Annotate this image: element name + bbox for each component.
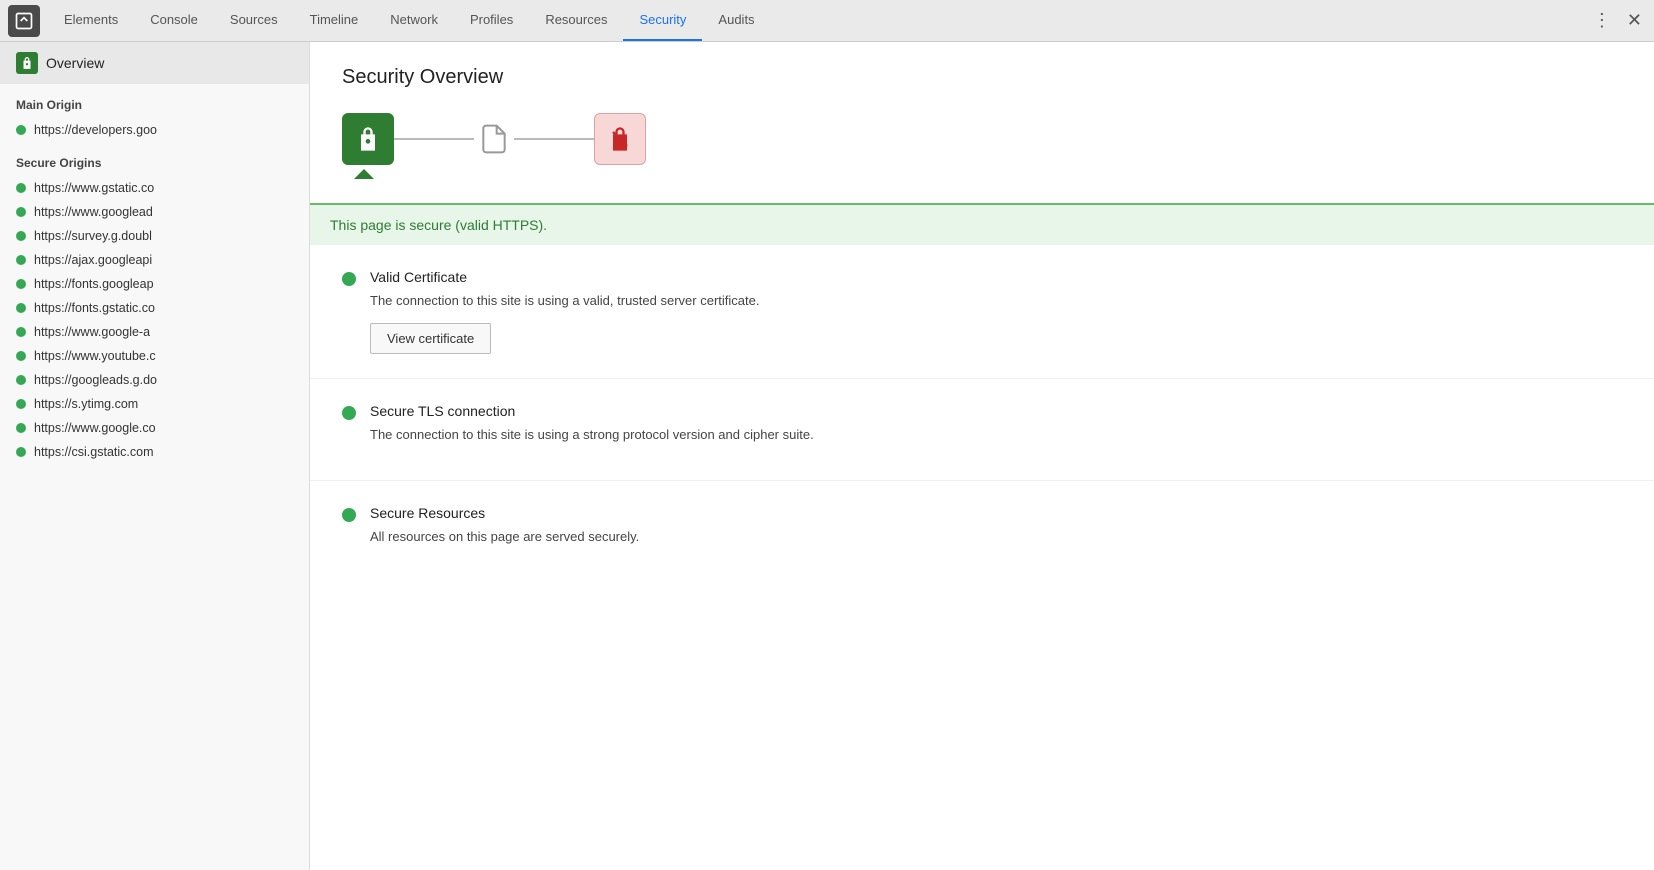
tls-title: Secure TLS connection: [370, 403, 1622, 419]
tab-audits[interactable]: Audits: [702, 0, 770, 41]
list-item[interactable]: https://www.youtube.c: [0, 344, 309, 368]
connection-line-1: [394, 138, 474, 140]
tls-section: Secure TLS connection The connection to …: [310, 379, 1654, 482]
page-icon: [474, 114, 514, 164]
origin-url: https://www.google.co: [34, 421, 156, 435]
origin-url: https://fonts.googleap: [34, 277, 154, 291]
logo-icon: [14, 11, 34, 31]
origin-url: https://csi.gstatic.com: [34, 445, 153, 459]
resources-section: Secure Resources All resources on this p…: [310, 481, 1654, 583]
status-banner: This page is secure (valid HTTPS).: [310, 203, 1654, 245]
tab-profiles[interactable]: Profiles: [454, 0, 529, 41]
origin-url: https://www.youtube.c: [34, 349, 156, 363]
security-diagram: [342, 113, 1622, 179]
main-origin-url: https://developers.goo: [34, 123, 157, 137]
list-item[interactable]: https://fonts.googleap: [0, 272, 309, 296]
origin-status-dot: [16, 231, 26, 241]
tls-description: The connection to this site is using a s…: [370, 425, 1622, 445]
origin-status-dot: [16, 279, 26, 289]
tab-resources[interactable]: Resources: [529, 0, 623, 41]
secure-connection-icon: [342, 113, 394, 165]
toolbar-actions: ⋮ ✕: [1589, 6, 1646, 35]
origin-status-dot: [16, 125, 26, 135]
tls-content: Secure TLS connection The connection to …: [370, 403, 1622, 457]
origin-url: https://googleads.g.do: [34, 373, 157, 387]
view-certificate-button[interactable]: View certificate: [370, 323, 491, 354]
status-banner-text: This page is secure (valid HTTPS).: [330, 217, 547, 233]
origin-status-dot: [16, 207, 26, 217]
resources-section-row: Secure Resources All resources on this p…: [342, 505, 1622, 559]
list-item[interactable]: https://googleads.g.do: [0, 368, 309, 392]
list-item[interactable]: https://www.google.co: [0, 416, 309, 440]
origin-status-dot: [16, 327, 26, 337]
lock-green-icon: [354, 125, 382, 153]
origin-status-dot: [16, 399, 26, 409]
origin-status-dot: [16, 447, 26, 457]
origin-url: https://www.gstatic.co: [34, 181, 154, 195]
overview-lock-icon: [16, 52, 38, 74]
connection-line-2: [514, 138, 594, 140]
tab-sources[interactable]: Sources: [214, 0, 294, 41]
origin-url: https://ajax.googleapi: [34, 253, 152, 267]
list-item[interactable]: https://survey.g.doubl: [0, 224, 309, 248]
origin-status-dot: [16, 351, 26, 361]
tls-status-dot: [342, 406, 356, 420]
certificate-section: Valid Certificate The connection to this…: [310, 245, 1654, 379]
tab-security[interactable]: Security: [623, 0, 702, 41]
tls-section-row: Secure TLS connection The connection to …: [342, 403, 1622, 457]
secure-origins-label: Secure Origins: [0, 142, 309, 176]
resources-description: All resources on this page are served se…: [370, 527, 1622, 547]
main-origin-item[interactable]: https://developers.goo: [0, 118, 309, 142]
main-origin-label: Main Origin: [0, 84, 309, 118]
list-item[interactable]: https://www.google-a: [0, 320, 309, 344]
origin-status-dot: [16, 255, 26, 265]
origin-url: https://www.googlead: [34, 205, 153, 219]
tab-network[interactable]: Network: [374, 0, 454, 41]
sidebar: Overview Main Origin https://developers.…: [0, 42, 310, 870]
tab-timeline[interactable]: Timeline: [294, 0, 375, 41]
devtools-logo: [8, 5, 40, 37]
tab-console[interactable]: Console: [134, 0, 214, 41]
tab-list: Elements Console Sources Timeline Networ…: [48, 0, 1589, 41]
certificate-content: Valid Certificate The connection to this…: [370, 269, 1622, 354]
insecure-resource-icon: [594, 113, 646, 165]
origin-status-dot: [16, 303, 26, 313]
list-item[interactable]: https://ajax.googleapi: [0, 248, 309, 272]
diagram-icons-row: [342, 113, 1622, 165]
more-options-button[interactable]: ⋮: [1589, 6, 1615, 35]
origin-status-dot: [16, 423, 26, 433]
list-item[interactable]: https://www.gstatic.co: [0, 176, 309, 200]
selected-arrow: [354, 169, 374, 179]
list-item[interactable]: https://www.googlead: [0, 200, 309, 224]
origin-url: https://s.ytimg.com: [34, 397, 138, 411]
list-item[interactable]: https://csi.gstatic.com: [0, 440, 309, 464]
origin-status-dot: [16, 375, 26, 385]
resources-content: Secure Resources All resources on this p…: [370, 505, 1622, 559]
origin-url: https://survey.g.doubl: [34, 229, 152, 243]
certificate-description: The connection to this site is using a v…: [370, 291, 1622, 311]
origin-url: https://fonts.gstatic.co: [34, 301, 155, 315]
certificate-section-row: Valid Certificate The connection to this…: [342, 269, 1622, 354]
page-title: Security Overview: [342, 66, 1622, 89]
tab-elements[interactable]: Elements: [48, 0, 134, 41]
origin-status-dot: [16, 183, 26, 193]
certificate-title: Valid Certificate: [370, 269, 1622, 285]
overview-label: Overview: [46, 55, 104, 71]
list-item[interactable]: https://s.ytimg.com: [0, 392, 309, 416]
content-inner: Security Overview: [310, 42, 1654, 203]
origin-url: https://www.google-a: [34, 325, 150, 339]
content-area: Security Overview: [310, 42, 1654, 870]
resources-title: Secure Resources: [370, 505, 1622, 521]
resources-status-dot: [342, 508, 356, 522]
arrow-row: [342, 165, 1622, 179]
main-layout: Overview Main Origin https://developers.…: [0, 42, 1654, 870]
close-button[interactable]: ✕: [1623, 6, 1646, 35]
sidebar-overview-item[interactable]: Overview: [0, 42, 309, 84]
document-icon: [478, 120, 510, 158]
lock-icon: [20, 56, 34, 70]
devtools-toolbar: Elements Console Sources Timeline Networ…: [0, 0, 1654, 42]
list-item[interactable]: https://fonts.gstatic.co: [0, 296, 309, 320]
lock-broken-icon: [606, 125, 634, 153]
certificate-status-dot: [342, 272, 356, 286]
